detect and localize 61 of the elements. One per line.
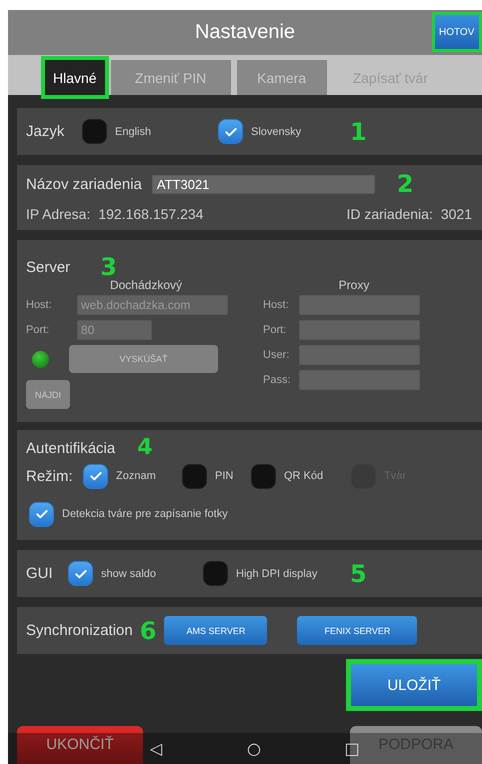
field-label: Pass: [263, 374, 292, 386]
callout-number: 3 [100, 255, 117, 279]
checkbox[interactable] [203, 561, 228, 586]
text-field[interactable] [299, 344, 420, 364]
option-label: High DPI display [236, 568, 318, 580]
sync-button[interactable]: AMS SERVER [164, 616, 268, 645]
field-label: Host: [263, 298, 290, 310]
checkbox[interactable] [68, 561, 93, 586]
done-button[interactable]: HOTOV [432, 12, 482, 52]
save-button[interactable]: ULOŽIŤ [346, 659, 482, 711]
window-title: Nastavenie [194, 21, 296, 44]
text-field[interactable] [299, 370, 420, 390]
home-icon[interactable]: ○ [244, 739, 264, 758]
callout-number: 1 [350, 120, 367, 144]
checkbox[interactable] [251, 464, 276, 488]
exit-button[interactable]: UKONČIŤ [17, 726, 143, 764]
checkbox[interactable] [218, 119, 243, 144]
callout-number: 5 [350, 562, 367, 586]
option-label: PIN [215, 470, 234, 482]
ip-label: IP Adresa: [26, 206, 90, 222]
device-id: 3021 [440, 206, 472, 222]
text-field[interactable]: web.dochadzka.com [77, 294, 228, 314]
field-label: Host: [26, 298, 53, 310]
section-label: GUI [26, 565, 54, 582]
tab[interactable]: Hlavné [45, 60, 105, 95]
checkbox[interactable] [83, 464, 108, 488]
find-button[interactable]: NÁJDI [26, 380, 70, 409]
ip-address: 192.168.157.234 [98, 206, 204, 222]
section-label: Autentifikácia [26, 440, 116, 456]
callout-number: 6 [140, 618, 156, 642]
test-button[interactable]: VYSKÚŠAŤ [69, 345, 218, 373]
field-label: Režim: [26, 468, 74, 484]
tab[interactable]: Kamera [236, 60, 327, 95]
text-field[interactable] [299, 320, 420, 340]
field-label: Port: [263, 324, 288, 336]
option-label: English [115, 126, 152, 138]
option-label: Detekcia tváre pre zapísanie fotky [62, 508, 228, 520]
column-title: Proxy [338, 278, 370, 292]
sync-button[interactable]: FENIX SERVER [297, 616, 418, 645]
section-label: Synchronization [26, 622, 133, 639]
device-name-field[interactable]: ATT3021 [152, 174, 375, 194]
option-label: Zoznam [116, 470, 156, 482]
field-label: Port: [26, 324, 50, 336]
tab[interactable]: Zmeniť PIN [110, 60, 231, 95]
column-title: Dochádzkový [108, 278, 184, 292]
section-label: Jazyk [26, 123, 66, 140]
option-label: show saldo [101, 568, 156, 580]
back-icon[interactable]: ◁ [146, 739, 166, 758]
option-label: QR Kód [284, 470, 324, 482]
device-id-label: ID zariadenia: [346, 206, 433, 222]
checkbox[interactable] [29, 502, 54, 526]
option-label: Slovensky [251, 126, 302, 138]
text-field[interactable]: 80 [77, 320, 152, 340]
section-label: Server [26, 258, 70, 276]
checkbox[interactable] [182, 464, 207, 488]
text-field[interactable] [299, 294, 420, 314]
callout-number: 2 [396, 172, 414, 196]
callout-number: 4 [137, 437, 153, 459]
checkbox[interactable] [82, 119, 107, 144]
field-label: Názov zariadenia [26, 176, 142, 192]
field-label: User: [263, 348, 290, 360]
